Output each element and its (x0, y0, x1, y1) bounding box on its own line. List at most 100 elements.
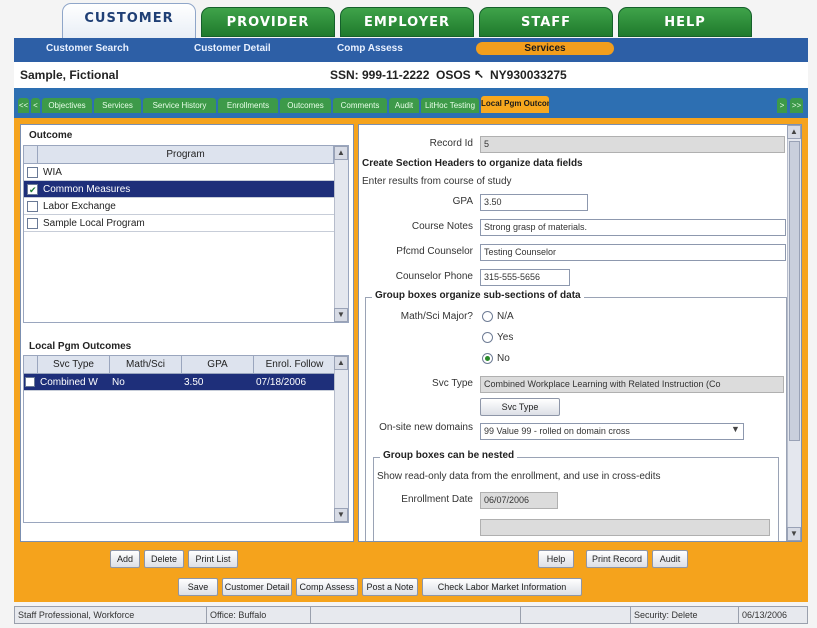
outcome-scrollbar[interactable]: ▲ ▼ (334, 146, 348, 322)
sub-navigation: Customer Search Customer Detail Comp Ass… (14, 38, 808, 62)
group-box-1-title: Group boxes organize sub-sections of dat… (372, 290, 584, 301)
partial-field (480, 519, 770, 536)
customer-detail-button[interactable]: Customer Detail (222, 578, 292, 596)
svc-type-button[interactable]: Svc Type (480, 398, 560, 416)
list-item[interactable]: Sample Local Program (24, 215, 336, 232)
tab-audit[interactable]: Audit (389, 98, 419, 113)
tab-customer[interactable]: CUSTOMER (62, 3, 196, 39)
customer-ssn: SSN: 999-11-2222 (330, 68, 430, 82)
scroll-thumb[interactable] (789, 141, 800, 441)
scroll-down-icon[interactable]: ▼ (787, 527, 801, 541)
bottom-action-bar: Save Customer Detail Comp Assess Post a … (14, 572, 808, 602)
list-item[interactable]: WIA (24, 164, 336, 181)
add-button[interactable]: Add (110, 550, 140, 568)
tab-employer[interactable]: EMPLOYER (340, 7, 474, 37)
counselor-field[interactable]: Testing Counselor (480, 244, 786, 261)
status-user: Staff Professional, Workforce (15, 607, 207, 623)
comp-assess-button[interactable]: Comp Assess (296, 578, 358, 596)
nav-services[interactable]: Services (476, 42, 614, 55)
print-record-button[interactable]: Print Record (586, 550, 648, 568)
save-button[interactable]: Save (178, 578, 218, 596)
course-notes-label: Course Notes (411, 221, 473, 232)
nav-customer-detail[interactable]: Customer Detail (194, 43, 271, 54)
local-outcomes-header-row: Svc Type Math/Sci GPA Enrol. Follow (24, 356, 348, 374)
tab-objectives[interactable]: Objectives (42, 98, 92, 113)
tab-first-button[interactable]: << (18, 98, 29, 113)
help-button[interactable]: Help (538, 550, 574, 568)
outcome-checkbox-header (24, 146, 38, 163)
list-item[interactable]: Common Measures (24, 181, 336, 199)
tab-services[interactable]: Services (94, 98, 141, 113)
scroll-up-icon[interactable]: ▲ (334, 146, 348, 160)
counselor-phone-field[interactable]: 315-555-5656 (480, 269, 570, 286)
content-frame: Outcome Program WIA Common Measures Labo… (14, 118, 808, 572)
column-header[interactable]: Math/Sci (110, 356, 182, 373)
gpa-field[interactable]: 3.50 (480, 194, 588, 211)
radio-no[interactable]: No (482, 353, 510, 364)
osos-label: OSOS (436, 68, 471, 82)
svc-type-label: Svc Type (432, 378, 473, 389)
status-security: Security: Delete (631, 607, 739, 623)
column-header[interactable]: GPA (182, 356, 254, 373)
scroll-down-icon[interactable]: ▼ (334, 308, 348, 322)
checkbox[interactable] (27, 200, 38, 212)
radio-circle[interactable] (482, 311, 493, 322)
table-cell: No (112, 377, 125, 388)
tab-enrollments[interactable]: Enrollments (218, 98, 278, 113)
list-item[interactable]: Labor Exchange (24, 198, 336, 215)
local-outcomes-title: Local Pgm Outcomes (29, 341, 132, 352)
checkbox[interactable] (27, 166, 38, 178)
radio-label: N/A (497, 311, 514, 323)
column-header[interactable]: Enrol. Follow (254, 356, 336, 373)
chevron-down-icon[interactable]: ▼ (731, 424, 740, 434)
column-header[interactable]: Svc Type (38, 356, 110, 373)
record-id-field: 5 (480, 136, 785, 153)
audit-button[interactable]: Audit (652, 550, 688, 568)
form-scrollbar[interactable]: ▲ ▼ (787, 125, 801, 541)
onsite-domains-select[interactable]: 99 Value 99 - rolled on domain cross (480, 423, 744, 440)
checkbox-checked[interactable] (27, 182, 38, 199)
tab-help[interactable]: HELP (618, 7, 752, 37)
section-header: Create Section Headers to organize data … (362, 158, 583, 169)
post-a-note-button[interactable]: Post a Note (362, 578, 418, 596)
tab-local-pgm-outcomes[interactable]: Local Pgm Outcomes (481, 96, 549, 113)
tab-provider[interactable]: PROVIDER (201, 7, 335, 37)
scroll-down-icon[interactable]: ▼ (334, 508, 348, 522)
check-labor-market-button[interactable]: Check Labor Market Information (422, 578, 582, 596)
print-list-button[interactable]: Print List (188, 550, 238, 568)
local-outcomes-scrollbar[interactable]: ▲ ▼ (334, 356, 348, 522)
scroll-up-icon[interactable]: ▲ (334, 356, 348, 370)
radio-na[interactable]: N/A (482, 311, 514, 322)
radio-circle[interactable] (482, 332, 493, 343)
radio-circle-selected[interactable] (482, 353, 493, 364)
nav-comp-assess[interactable]: Comp Assess (337, 43, 403, 54)
row-select-cell[interactable] (24, 374, 38, 390)
program-column-header[interactable]: Program (38, 146, 334, 163)
radio-yes[interactable]: Yes (482, 332, 513, 343)
tab-next-button[interactable]: > (777, 98, 787, 113)
tab-lithoc-testing[interactable]: LitHoc Testing (421, 98, 479, 113)
program-label: WIA (43, 167, 62, 178)
course-notes-field[interactable]: Strong grasp of materials. (480, 219, 786, 236)
program-label: Sample Local Program (43, 218, 145, 229)
left-panel: Outcome Program WIA Common Measures Labo… (20, 124, 354, 542)
tab-outcomes[interactable]: Outcomes (280, 98, 331, 113)
table-row[interactable]: Combined W No 3.50 07/18/2006 (24, 374, 336, 391)
status-empty (521, 607, 631, 623)
customer-info-bar: Sample, Fictional SSN: 999-11-2222 OSOS … (14, 62, 808, 88)
delete-button[interactable]: Delete (144, 550, 184, 568)
checkbox[interactable] (27, 217, 38, 229)
tab-last-button[interactable]: >> (790, 98, 803, 113)
checkbox[interactable] (25, 377, 35, 388)
status-office: Office: Buffalo (207, 607, 311, 623)
table-cell: Combined W (40, 377, 98, 388)
tab-staff[interactable]: STAFF (479, 7, 613, 37)
tab-comments[interactable]: Comments (333, 98, 387, 113)
tab-prev-button[interactable]: < (31, 98, 40, 113)
local-outcomes-table: Svc Type Math/Sci GPA Enrol. Follow Comb… (23, 355, 349, 523)
nav-customer-search[interactable]: Customer Search (46, 43, 129, 54)
program-label: Common Measures (43, 184, 131, 195)
tab-service-history[interactable]: Service History (143, 98, 216, 113)
scroll-up-icon[interactable]: ▲ (787, 125, 801, 139)
osos-id: NY930033275 (490, 68, 567, 82)
